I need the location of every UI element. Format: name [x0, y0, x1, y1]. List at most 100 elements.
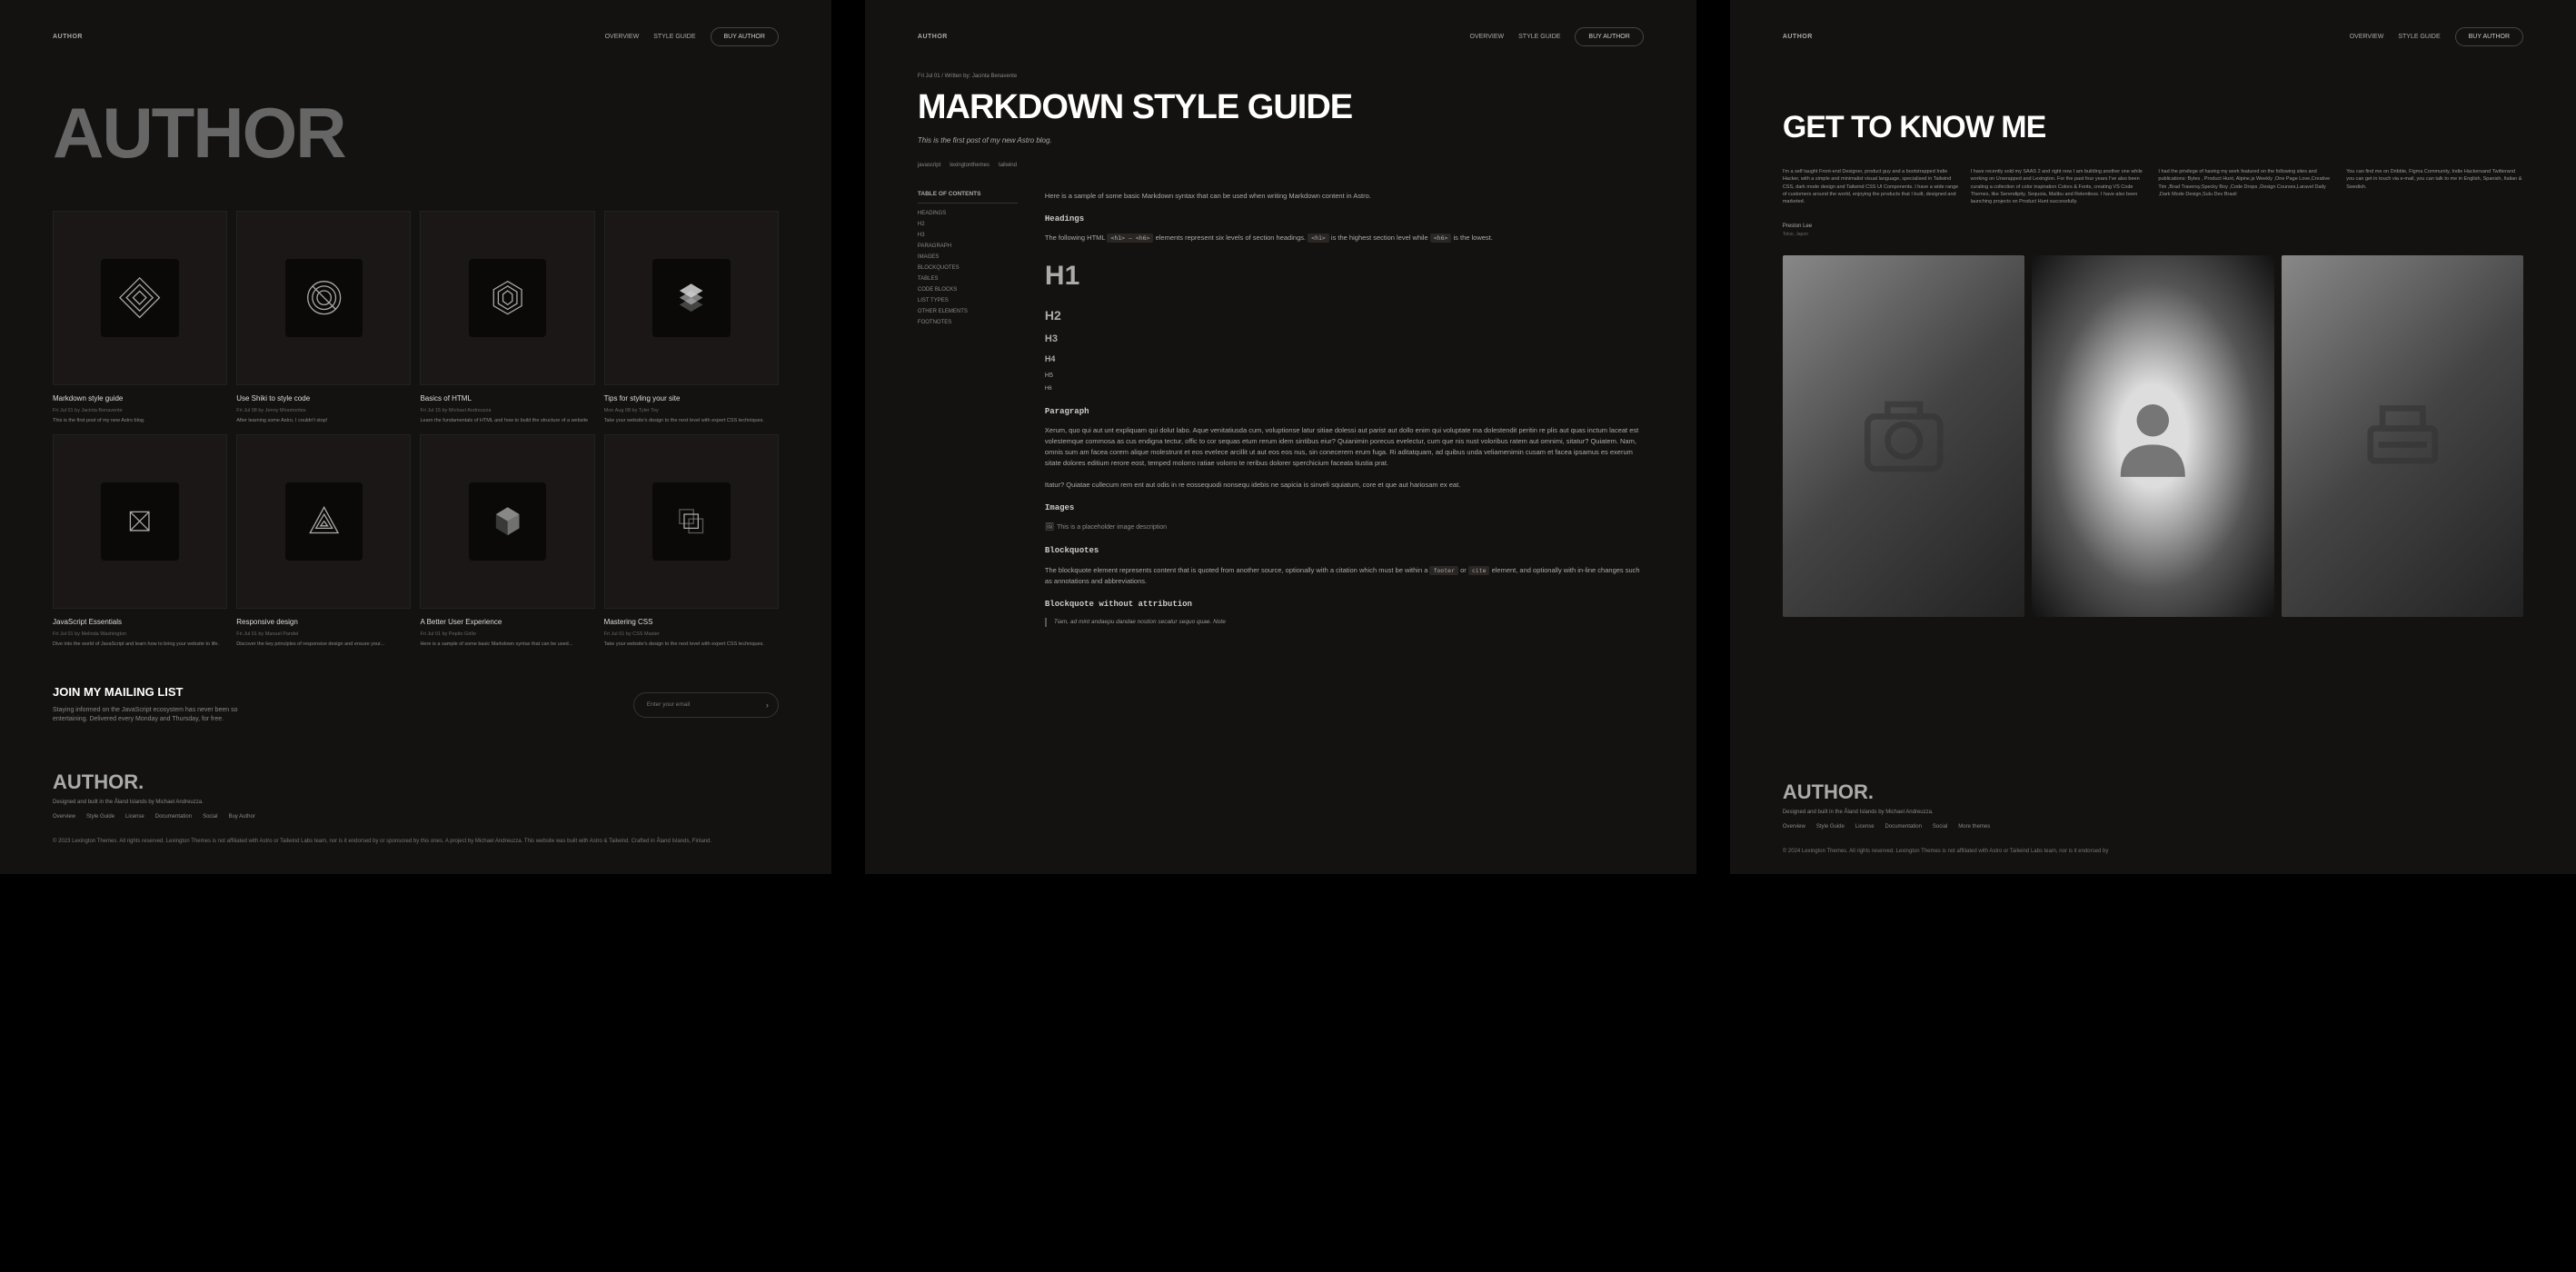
toc-item[interactable]: TABLES — [918, 276, 1018, 282]
nav-overview[interactable]: OVERVIEW — [605, 34, 640, 40]
post-title: Responsive design — [236, 618, 411, 626]
about-column: I had the privilege of having my work fe… — [2158, 168, 2335, 205]
post-card[interactable]: Basics of HTML Fri Jul 15 by Michael And… — [420, 211, 594, 425]
toc-item[interactable]: BLOCKQUOTES — [918, 265, 1018, 271]
post-meta: Fri Jul 01 by Jacinta Benavente — [53, 408, 227, 413]
header: AUTHOR OVERVIEW STYLE GUIDE BUY AUTHOR — [1783, 18, 2523, 74]
nav-style[interactable]: STYLE GUIDE — [653, 34, 695, 40]
post-thumbnail — [53, 434, 227, 609]
footer-sub: Designed and built in the Åland Islands … — [53, 800, 779, 805]
code-h1: <h1> — [1308, 234, 1329, 243]
buy-button[interactable]: BUY AUTHOR — [1575, 27, 1643, 46]
footer-link[interactable]: Social — [203, 814, 217, 820]
header: AUTHOR OVERVIEW STYLE GUIDE BUY AUTHOR — [918, 18, 1644, 74]
intro-text: Here is a sample of some basic Markdown … — [1045, 191, 1644, 202]
buy-button[interactable]: BUY AUTHOR — [711, 27, 779, 46]
footer-link[interactable]: More themes — [1958, 824, 1990, 830]
post-card[interactable]: Use Shiki to style code Fri Jul 08 by Je… — [236, 211, 411, 425]
footer-link[interactable]: Style Guide — [1816, 824, 1845, 830]
nav-overview[interactable]: OVERVIEW — [1470, 34, 1505, 40]
toc: TABLE OF CONTENTS HEADINGSH2H3PARAGRAPHI… — [918, 191, 1018, 627]
toc-item[interactable]: H3 — [918, 233, 1018, 238]
tag[interactable]: javascript — [918, 163, 940, 168]
para1: Xerum, quo qui aut unt expliquam qui dol… — [1045, 425, 1644, 469]
post-meta: Fri Jul 01 by Melinda Washington — [53, 631, 227, 637]
blog-panel: AUTHOR OVERVIEW STYLE GUIDE BUY AUTHOR A… — [0, 0, 831, 874]
toc-item[interactable]: CODE BLOCKS — [918, 287, 1018, 293]
footer-sub: Designed and built in the Åland Islands … — [1783, 810, 2523, 815]
mailing-section: JOIN MY MAILING LIST Staying informed on… — [53, 685, 779, 725]
headings-heading: Headings — [1045, 213, 1644, 225]
footer-link[interactable]: Overview — [1783, 824, 1805, 830]
toc-item[interactable]: FOOTNOTES — [918, 320, 1018, 325]
post-meta: Fri Jul 01 by Pepito Grillo — [420, 631, 594, 637]
nav-style[interactable]: STYLE GUIDE — [2398, 34, 2440, 40]
post-card[interactable]: A Better User Experience Fri Jul 01 by P… — [420, 434, 594, 649]
post-desc: After learning some Astro, I couldn't st… — [236, 418, 411, 425]
post-desc: Take your website's design to the next l… — [604, 641, 779, 649]
header: AUTHOR OVERVIEW STYLE GUIDE BUY AUTHOR — [53, 18, 779, 74]
toc-item[interactable]: OTHER ELEMENTS — [918, 309, 1018, 314]
bq-no-attr-heading: Blockquote without attribution — [1045, 598, 1644, 611]
footer-link[interactable]: Documentation — [155, 814, 192, 820]
h5-demo: H5 — [1045, 371, 1644, 381]
footer-link[interactable]: Style Guide — [86, 814, 114, 820]
footer-copyright: © 2024 Lexington Themes. All rights rese… — [1783, 848, 2523, 857]
post-grid: Markdown style guide Fri Jul 01 by Jacin… — [53, 211, 779, 649]
footer-link[interactable]: Social — [1933, 824, 1947, 830]
about-column: I'm a self taught Front-end Designer, pr… — [1783, 168, 1960, 205]
toc-item[interactable]: PARAGRAPH — [918, 243, 1018, 249]
post-thumbnail — [236, 211, 411, 385]
typewriter-image — [2282, 255, 2523, 617]
post-card[interactable]: Mastering CSS Fri Jul 01 by CSS Master T… — [604, 434, 779, 649]
post-title: Markdown style guide — [53, 394, 227, 402]
toc-item[interactable]: LIST TYPES — [918, 298, 1018, 303]
post-card[interactable]: Tips for styling your site Mon Aug 08 by… — [604, 211, 779, 425]
post-meta: Fri Jul 01 by Manuel Pandel — [236, 631, 411, 637]
post-thumbnail — [604, 211, 779, 385]
author-location: Tokio, Japon — [1783, 232, 2523, 237]
footer-link[interactable]: License — [125, 814, 144, 820]
post-card[interactable]: Responsive design Fri Jul 01 by Manuel P… — [236, 434, 411, 649]
toc-item[interactable]: IMAGES — [918, 254, 1018, 260]
footer-link[interactable]: License — [1855, 824, 1875, 830]
camera-image — [1783, 255, 2024, 617]
nav-style[interactable]: STYLE GUIDE — [1518, 34, 1560, 40]
portrait-image — [2032, 255, 2273, 617]
toc-item[interactable]: HEADINGS — [918, 211, 1018, 216]
article-meta: Fri Jul 01 / Written by: Jacinta Benaven… — [918, 74, 1644, 79]
tags: javascript lexingtonthemes tailwind — [918, 163, 1644, 168]
buy-button[interactable]: BUY AUTHOR — [2455, 27, 2523, 46]
placeholder-image: This is a placeholder image description — [1045, 522, 1644, 533]
tag[interactable]: tailwind — [999, 163, 1017, 168]
logo[interactable]: AUTHOR — [918, 34, 948, 40]
logo[interactable]: AUTHOR — [53, 34, 83, 40]
article-subtitle: This is the first post of my new Astro b… — [918, 136, 1644, 144]
article-body: TABLE OF CONTENTS HEADINGSH2H3PARAGRAPHI… — [918, 191, 1644, 627]
images-heading: Images — [1045, 502, 1644, 514]
post-card[interactable]: Markdown style guide Fri Jul 01 by Jacin… — [53, 211, 227, 425]
post-title: Mastering CSS — [604, 618, 779, 626]
footer-link[interactable]: Buy Author — [228, 814, 254, 820]
logo[interactable]: AUTHOR — [1783, 34, 1813, 40]
footer-link[interactable]: Overview — [53, 814, 75, 820]
post-title: Tips for styling your site — [604, 394, 779, 402]
post-desc: This is the first post of my new Astro b… — [53, 418, 227, 425]
code-cite: cite — [1468, 566, 1490, 575]
content: Here is a sample of some basic Markdown … — [1045, 191, 1644, 627]
submit-arrow-icon[interactable]: › — [766, 701, 769, 710]
post-title: A Better User Experience — [420, 618, 594, 626]
post-thumbnail — [604, 434, 779, 609]
toc-item[interactable]: H2 — [918, 222, 1018, 227]
h6-demo: H6 — [1045, 385, 1644, 394]
post-card[interactable]: JavaScript Essentials Fri Jul 01 by Meli… — [53, 434, 227, 649]
tag[interactable]: lexingtonthemes — [950, 163, 990, 168]
email-input[interactable] — [647, 701, 766, 708]
code-h1-h6: <h1> — <h6> — [1107, 234, 1153, 243]
footer: AUTHOR. Designed and built in the Åland … — [1783, 780, 2523, 857]
nav-overview[interactable]: OVERVIEW — [2350, 34, 2384, 40]
h4-demo: H4 — [1045, 353, 1644, 365]
footer-link[interactable]: Documentation — [1885, 824, 1922, 830]
post-thumbnail — [420, 434, 594, 609]
paragraph-heading: Paragraph — [1045, 405, 1644, 418]
